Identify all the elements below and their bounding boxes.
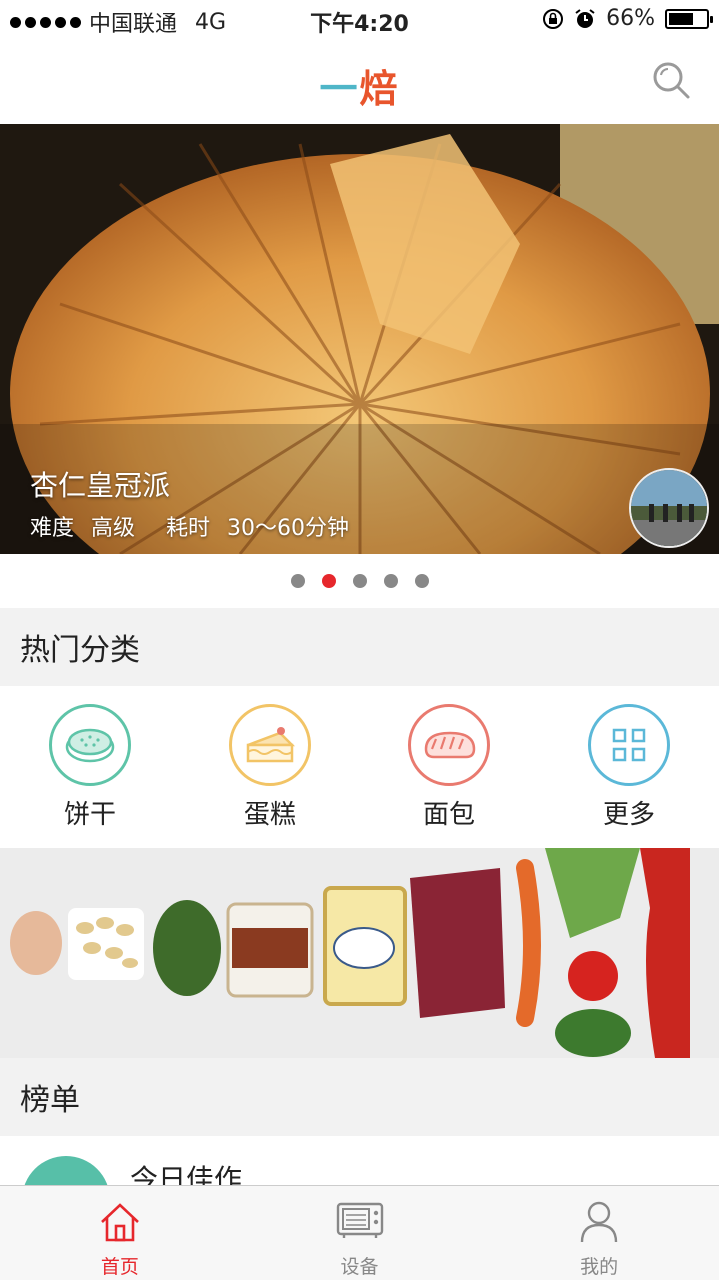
home-icon	[100, 1203, 139, 1242]
tab-label: 首页	[100, 1256, 139, 1278]
hero-meta: 难度 高级 耗时 30～60分钟	[30, 510, 349, 542]
tab-devices[interactable]: 设备	[240, 1186, 480, 1280]
bottom-tab-bar: 首页 设备 我的	[0, 1185, 719, 1280]
battery-percent: 66%	[606, 6, 655, 31]
tab-label: 设备	[340, 1256, 379, 1278]
app-logo: 一焙	[0, 58, 719, 113]
tab-home[interactable]: 首页	[0, 1186, 240, 1280]
time-label: 耗时	[166, 516, 211, 541]
category-label: 面包	[422, 800, 475, 830]
logo-mark: 一	[319, 67, 360, 111]
rotation-lock-icon	[543, 8, 564, 29]
category-label: 饼干	[63, 800, 116, 830]
tab-label: 我的	[580, 1256, 619, 1278]
battery-icon	[665, 8, 713, 29]
category-grid: 饼干 蛋糕 面包 更多	[0, 686, 719, 848]
ranking-title: 榜单	[0, 1058, 719, 1136]
difficulty-label: 难度	[30, 516, 75, 541]
category-label: 更多	[602, 800, 655, 830]
app-header: 一焙	[0, 40, 719, 124]
author-avatar[interactable]	[629, 468, 709, 548]
pager-dot[interactable]	[321, 574, 336, 588]
carousel-pager	[0, 554, 719, 608]
banner-image	[0, 848, 719, 1058]
hero-title: 杏仁皇冠派	[30, 469, 171, 502]
pager-dot[interactable]	[414, 574, 429, 588]
hot-categories-title: 热门分类	[0, 608, 719, 686]
category-more[interactable]: 更多	[569, 704, 689, 831]
oven-icon	[336, 1202, 383, 1238]
search-icon[interactable]	[651, 60, 691, 100]
cake-icon	[229, 704, 311, 786]
user-icon	[580, 1201, 618, 1243]
status-bar: 中国联通 4G 下午4:20 66%	[0, 0, 719, 40]
category-cake[interactable]: 蛋糕	[210, 704, 330, 831]
status-right: 66%	[542, 6, 713, 31]
grid-icon	[588, 704, 670, 786]
bread-icon	[408, 704, 490, 786]
ingredients-banner[interactable]	[0, 848, 719, 1058]
pager-dot[interactable]	[290, 574, 305, 588]
alarm-icon	[575, 8, 595, 28]
biscuit-icon	[49, 704, 131, 786]
difficulty-value: 高级	[91, 516, 136, 541]
tab-profile[interactable]: 我的	[479, 1186, 719, 1280]
category-biscuit[interactable]: 饼干	[30, 704, 150, 831]
pager-dot[interactable]	[352, 574, 367, 588]
hero-carousel[interactable]: 杏仁皇冠派 难度 高级 耗时 30～60分钟	[0, 124, 719, 554]
logo-text: 焙	[359, 67, 400, 111]
time-value: 30～60分钟	[227, 516, 350, 541]
category-bread[interactable]: 面包	[389, 704, 509, 831]
pager-dot[interactable]	[383, 574, 398, 588]
category-label: 蛋糕	[243, 800, 296, 830]
